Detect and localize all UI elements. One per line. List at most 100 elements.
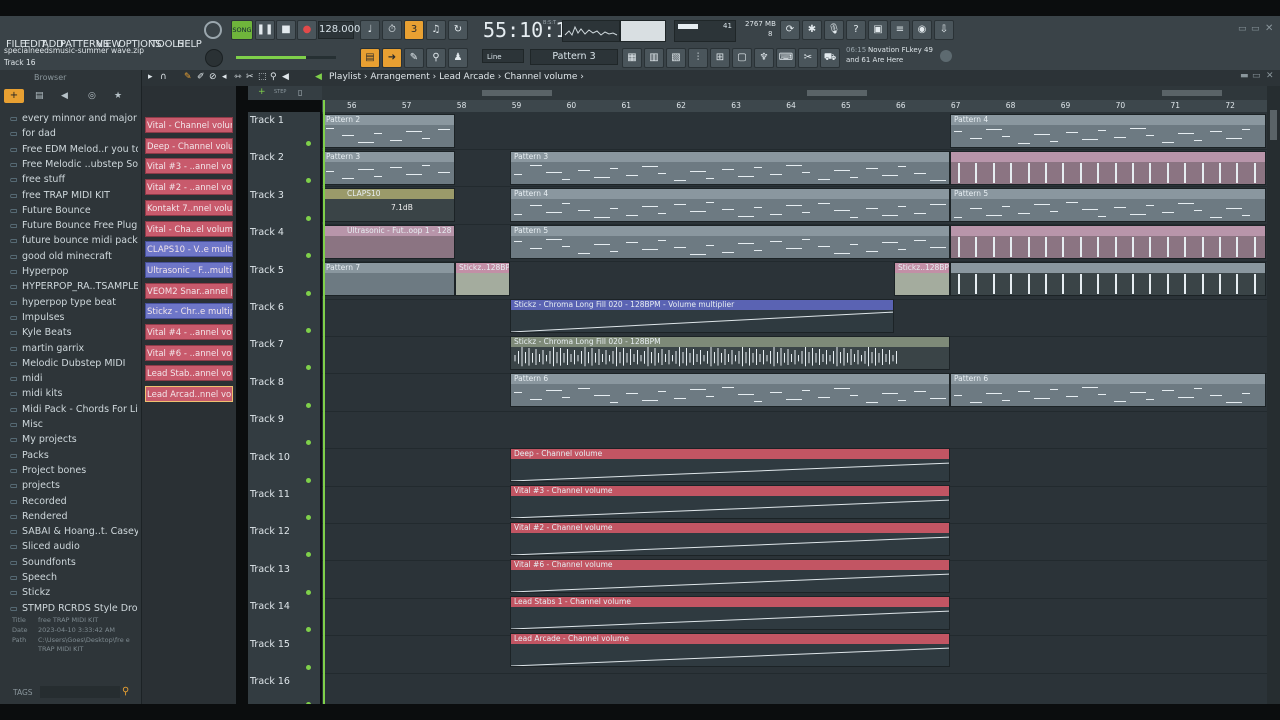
breadcrumb-channel[interactable]: Lead Arcade [439, 72, 495, 82]
clip-vital6-volume[interactable]: Vital #6 - Channel volume [510, 559, 950, 593]
link-icon[interactable]: ⚲ [426, 48, 446, 68]
clip-stickz-audio[interactable]: Stickz - Chroma Long Fill 020 - 128BPM [510, 336, 950, 370]
wait-record-icon[interactable]: ⏱ [382, 20, 402, 40]
tools-icon[interactable]: ✂ [798, 48, 818, 68]
breadcrumb-parameter[interactable]: Channel volume [504, 72, 577, 82]
clip-source-item[interactable]: Stickz - Chr..e multiplier [145, 303, 233, 320]
delete-tool-icon[interactable]: ⊘ [209, 72, 217, 82]
playlist-play-icon[interactable]: ◀ [315, 72, 322, 82]
track-label[interactable]: Track 11 [250, 489, 290, 500]
track-label[interactable]: Track 16 [250, 676, 290, 687]
track-label[interactable]: Track 2 [250, 152, 284, 163]
clip-stickz-1[interactable]: Stickz..128BPM [455, 262, 510, 296]
clip-pattern-3-b[interactable]: Pattern 3 [510, 151, 950, 185]
scroll-thumb-1[interactable] [482, 90, 552, 96]
zoom-tool-icon[interactable]: ⚲ [270, 72, 277, 82]
track-enable-icon[interactable] [306, 365, 311, 371]
browser-folder-item[interactable]: ▭ Soundfonts [10, 555, 138, 570]
maximize-icon[interactable]: ▭ [1251, 24, 1260, 34]
snap-selector[interactable]: Line [482, 49, 524, 63]
piano-roll-icon[interactable]: ▧ [666, 48, 686, 68]
browser-folder-item[interactable]: ▭ for dad [10, 126, 138, 141]
record-icon[interactable]: ● [297, 20, 317, 40]
clip-source-item[interactable]: Vital #2 - ..annel volume [145, 179, 233, 196]
track-enable-icon[interactable] [306, 141, 311, 146]
countdown-icon[interactable]: 3 [404, 20, 424, 40]
clip-claps10[interactable]: CLAPS10 7.1dB [322, 188, 455, 222]
add-track-icon[interactable]: + [258, 87, 266, 97]
track-enable-icon[interactable] [306, 402, 311, 408]
track-label[interactable]: Track 4 [250, 227, 284, 238]
playlist-close-icon[interactable]: ✕ [1266, 71, 1274, 81]
scroll-thumb-3[interactable] [1162, 90, 1222, 96]
browser-folder-item[interactable]: ▭ Midi Pack - Chords For Life [10, 402, 138, 417]
browser-folder-item[interactable]: ▭ free TRAP MIDI KIT [10, 188, 138, 203]
clip-source-item[interactable]: Deep - Channel volume [145, 137, 233, 154]
stop-icon[interactable]: ■ [276, 20, 296, 40]
slip-tool-icon[interactable]: ⇿ [234, 72, 242, 82]
clip-source-item[interactable]: Lead Arcad..nnel volume [145, 386, 233, 403]
chat-icon[interactable]: ◉ [912, 20, 932, 40]
track-label[interactable]: Track 12 [250, 526, 290, 537]
mixer-view-icon[interactable]: ⫶ [688, 48, 708, 68]
scroll-thumb-2[interactable] [807, 90, 867, 96]
tempo-display[interactable]: 128.000 [318, 21, 360, 39]
clip-lead-stabs-volume[interactable]: Lead Stabs 1 - Channel volume [510, 596, 950, 630]
mute-tool-icon[interactable]: ◂ [222, 72, 227, 82]
clip-pattern-6-b[interactable]: Pattern 6 [950, 373, 1266, 407]
clip-ultrasonic[interactable]: Ultrasonic - Fut..oop 1 - 128 BPM [322, 225, 455, 259]
refresh-icon[interactable]: ⟳ [780, 20, 800, 40]
track-label[interactable]: Track 8 [250, 377, 284, 388]
draw-tool-icon[interactable]: ✎ [184, 72, 192, 82]
clip-lead-arcade-volume[interactable]: Lead Arcade - Channel volume [510, 633, 950, 667]
clip-vital2-volume[interactable]: Vital #2 - Channel volume [510, 522, 950, 556]
clip-source-item[interactable]: CLAPS10 - V..e multiplier [145, 241, 233, 258]
playhead[interactable] [323, 100, 325, 704]
track-row[interactable] [322, 673, 1267, 704]
horizontal-scrollbar[interactable] [322, 86, 1267, 100]
breadcrumb-arrangement[interactable]: Arrangement [370, 72, 429, 82]
track-enable-icon[interactable] [306, 215, 311, 221]
clip-stickz-volume-automation[interactable]: Stickz - Chroma Long Fill 020 - 128BPM -… [510, 299, 894, 333]
clip-pattern-3-a[interactable]: Pattern 3 [322, 151, 455, 185]
cart-icon[interactable]: ⛟ [820, 48, 840, 68]
clip-pattern-6-a[interactable]: Pattern 6 [510, 373, 950, 407]
track-label[interactable]: Track 1 [250, 115, 284, 126]
track-label[interactable]: Track 5 [250, 265, 284, 276]
project-icon[interactable]: ▢ [732, 48, 752, 68]
browser-folder-item[interactable]: ▭ good old minecraft [10, 249, 138, 264]
blend-notes-icon[interactable]: ♫ [426, 20, 446, 40]
browser-folder-item[interactable]: ▭ midi kits [10, 386, 138, 401]
clip-deep-volume[interactable]: Deep - Channel volume [510, 448, 950, 482]
track-enable-icon[interactable] [306, 552, 311, 558]
clip-source-item[interactable]: VEOM2 Snar..annel pitch [145, 282, 233, 299]
track-enable-icon[interactable] [306, 440, 311, 446]
browser-folder-item[interactable]: ▭ Rendered [10, 509, 138, 524]
clip-source-item[interactable]: Vital #4 - ..annel volume [145, 324, 233, 340]
browser-folder-item[interactable]: ▭ My projects [10, 432, 138, 447]
browser-folder-item[interactable]: ▭ Kyle Beats [10, 325, 138, 340]
clip-source-item[interactable]: Vital - Channel volume [145, 117, 233, 133]
song-mode-button[interactable]: SONG [231, 20, 253, 40]
track-label[interactable]: Track 7 [250, 339, 284, 350]
news-line-1[interactable]: Novation FLkey 49 [868, 46, 933, 54]
track-enable-icon[interactable] [306, 664, 311, 670]
help-icon[interactable]: ? [846, 20, 866, 40]
track-label[interactable]: Track 6 [250, 302, 284, 313]
plugin-icon[interactable]: ✱ [802, 20, 822, 40]
browser-folder-item[interactable]: ▭ Project bones [10, 463, 138, 478]
master-volume-slider[interactable] [236, 56, 336, 59]
browser-folder-item[interactable]: ▭ SABAI & Hoang..t. Casey Cook) [10, 524, 138, 539]
browser-view-icon[interactable]: ⊞ [710, 48, 730, 68]
playlist-minimize-icon[interactable]: ▬ [1240, 71, 1249, 81]
track-enable-icon[interactable] [306, 290, 311, 296]
clip-source-item[interactable]: Lead Stab..annel volume [145, 365, 233, 382]
track-enable-icon[interactable] [306, 627, 311, 633]
playlist-grid[interactable]: Pattern 2 Pattern 4 Pattern 3 Pattern 3 … [322, 112, 1267, 704]
clip-pattern-4-track3[interactable]: Pattern 4 [510, 188, 950, 222]
globe-icon[interactable] [940, 50, 952, 62]
tags-input[interactable] [40, 686, 120, 698]
playlist-menu-arrow-icon[interactable]: ▸ [148, 72, 153, 82]
track-label[interactable]: Track 15 [250, 639, 290, 650]
select-tool-icon[interactable]: ⬚ [258, 72, 267, 82]
